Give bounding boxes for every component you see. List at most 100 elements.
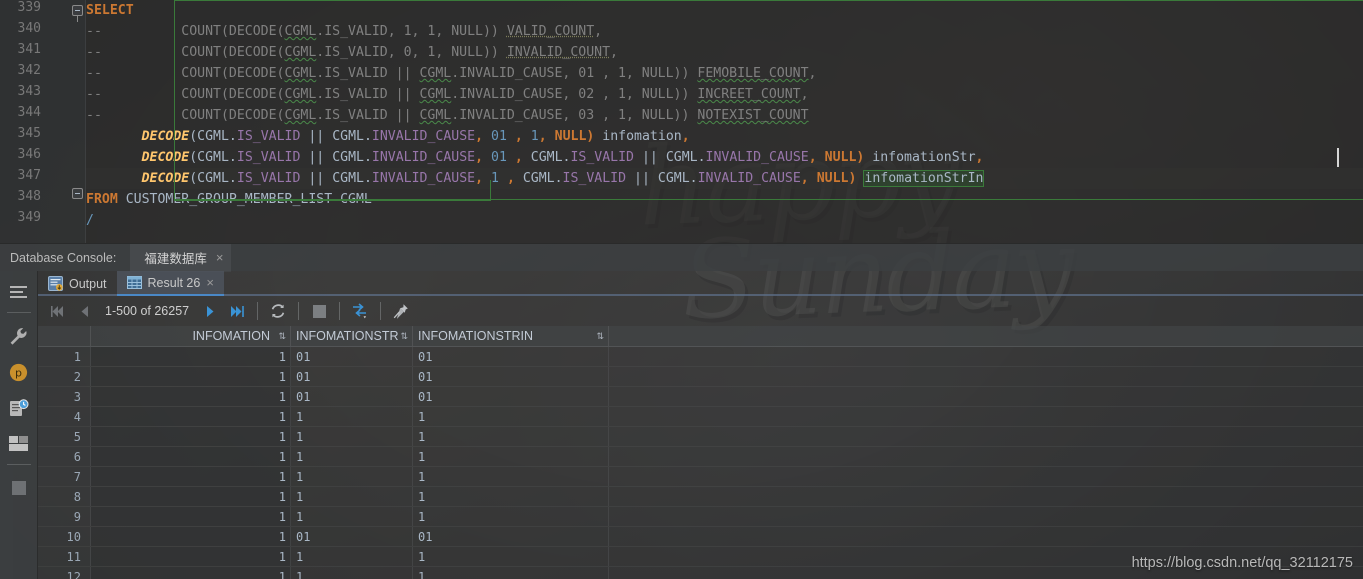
table-cell-c3[interactable]: 1 — [413, 447, 609, 466]
table-cell-rownum[interactable]: 4 — [38, 407, 91, 426]
table-cell-c3[interactable]: 1 — [413, 467, 609, 486]
grid-header-infomation[interactable]: INFOMATION ⇅ — [91, 326, 291, 346]
table-cell-rownum[interactable]: 2 — [38, 367, 91, 386]
table-cell-c1[interactable]: 1 — [91, 407, 291, 426]
close-icon[interactable]: × — [216, 251, 224, 264]
grid-header-rownum[interactable] — [38, 326, 91, 346]
table-cell-rownum[interactable]: 6 — [38, 447, 91, 466]
hamburger-lines-icon[interactable] — [4, 277, 34, 307]
table-cell-c2[interactable]: 1 — [291, 467, 413, 486]
result-grid-toolbar[interactable]: 1-500 of 26257 — [38, 296, 1363, 326]
table-row[interactable]: 1 1 01 01 — [38, 347, 1363, 367]
tab-output[interactable]: Output — [38, 271, 117, 296]
table-cell-rownum[interactable]: 1 — [38, 347, 91, 366]
table-row[interactable]: 7111 — [38, 467, 1363, 487]
table-row[interactable]: 5111 — [38, 427, 1363, 447]
grid-body[interactable]: 1 1 01 01 2 1 01 01 3 1 01 01 4 1 1 1 5 1 1 1 6 1 1 1 7 1 1 1 8 1 1 1 9 1… — [38, 347, 1363, 579]
sort-indicator-icon[interactable]: ⇅ — [596, 331, 603, 342]
table-cell-c2[interactable]: 01 — [291, 387, 413, 406]
console-tab-fujian-db[interactable]: 福建数据库 × — [130, 243, 232, 272]
table-cell-c1[interactable]: 1 — [91, 487, 291, 506]
table-cell-rownum[interactable]: 11 — [38, 547, 91, 566]
pin-icon[interactable] — [389, 299, 413, 323]
result-data-grid[interactable]: INFOMATION ⇅ INFOMATIONSTR ⇅ INFOMATIONS… — [38, 326, 1363, 579]
table-cell-c1[interactable]: 1 — [91, 547, 291, 566]
prev-page-icon[interactable] — [72, 299, 96, 323]
code-line-347[interactable]: DECODE(CGML.IS_VALID || CGML.INVALID_CAU… — [86, 168, 1363, 189]
table-row[interactable]: 4111 — [38, 407, 1363, 427]
code-line-344[interactable]: -- COUNT(DECODE(CGML.IS_VALID || CGML.IN… — [86, 105, 809, 126]
table-cell-c2[interactable]: 1 — [291, 547, 413, 566]
table-cell-c2[interactable]: 1 — [291, 407, 413, 426]
table-cell-c3[interactable]: 1 — [413, 567, 609, 579]
table-cell-c1[interactable]: 1 — [91, 387, 291, 406]
code-line-339[interactable]: SELECT — [86, 0, 134, 21]
table-row[interactable]: 6111 — [38, 447, 1363, 467]
table-cell-c1[interactable]: 1 — [91, 427, 291, 446]
table-cell-c1[interactable]: 1 — [91, 567, 291, 579]
document-clock-icon[interactable] — [4, 393, 34, 423]
table-cell-c3[interactable]: 01 — [413, 347, 609, 366]
table-cell-c1[interactable]: 1 — [91, 527, 291, 546]
table-cell-c1[interactable]: 1 — [91, 507, 291, 526]
table-row[interactable]: 9111 — [38, 507, 1363, 527]
table-cell-c3[interactable]: 1 — [413, 507, 609, 526]
code-line-340[interactable]: -- COUNT(DECODE(CGML.IS_VALID, 1, 1, NUL… — [86, 21, 602, 42]
table-cell-c3[interactable]: 01 — [413, 387, 609, 406]
code-line-346[interactable]: DECODE(CGML.IS_VALID || CGML.INVALID_CAU… — [86, 147, 984, 168]
table-cell-rownum[interactable]: 5 — [38, 427, 91, 446]
table-row[interactable]: 2 1 01 01 — [38, 367, 1363, 387]
code-line-341[interactable]: -- COUNT(DECODE(CGML.IS_VALID, 0, 1, NUL… — [86, 42, 618, 63]
table-cell-c3[interactable]: 1 — [413, 487, 609, 506]
table-row[interactable]: 3 1 01 01 — [38, 387, 1363, 407]
first-page-icon[interactable] — [45, 299, 69, 323]
table-cell-c2[interactable]: 1 — [291, 427, 413, 446]
table-cell-rownum[interactable]: 3 — [38, 387, 91, 406]
sql-editor-pane[interactable]: 339 340 341 342 343 344 345 346 347 348 … — [0, 0, 1363, 243]
close-icon[interactable]: × — [206, 276, 214, 289]
code-fold-toggle-from[interactable] — [72, 188, 83, 199]
editor-code-area[interactable]: SELECT -- COUNT(DECODE(CGML.IS_VALID, 1,… — [86, 0, 1363, 243]
p-badge-icon[interactable]: p — [4, 357, 34, 387]
layout-panels-icon[interactable] — [4, 429, 34, 459]
table-cell-c3[interactable]: 01 — [413, 367, 609, 386]
table-cell-c2[interactable]: 1 — [291, 487, 413, 506]
table-row[interactable]: 8111 — [38, 487, 1363, 507]
table-cell-c1[interactable]: 1 — [91, 367, 291, 386]
table-row[interactable]: 10 1 01 01 — [38, 527, 1363, 547]
table-cell-c2[interactable]: 1 — [291, 447, 413, 466]
stop-icon[interactable] — [307, 299, 331, 323]
result-tabs[interactable]: Output Result 26 × — [38, 271, 1363, 296]
table-cell-c3[interactable]: 1 — [413, 427, 609, 446]
table-cell-c3[interactable]: 1 — [413, 407, 609, 426]
code-line-343[interactable]: -- COUNT(DECODE(CGML.IS_VALID || CGML.IN… — [86, 84, 809, 105]
last-page-icon[interactable] — [225, 299, 249, 323]
table-cell-c2[interactable]: 1 — [291, 507, 413, 526]
table-cell-rownum[interactable]: 8 — [38, 487, 91, 506]
table-cell-c2[interactable]: 01 — [291, 527, 413, 546]
table-cell-c2[interactable]: 1 — [291, 567, 413, 579]
reload-icon[interactable] — [266, 299, 290, 323]
wrench-icon[interactable] — [4, 321, 34, 351]
code-line-349[interactable]: / — [86, 210, 94, 231]
tab-result-26[interactable]: Result 26 × — [116, 271, 224, 296]
table-cell-c1[interactable]: 1 — [91, 347, 291, 366]
table-cell-c3[interactable]: 01 — [413, 527, 609, 546]
code-line-345[interactable]: DECODE(CGML.IS_VALID || CGML.INVALID_CAU… — [86, 126, 690, 147]
result-tool-strip[interactable]: p — [0, 271, 38, 579]
sort-indicator-icon[interactable]: ⇅ — [278, 331, 285, 342]
next-page-icon[interactable] — [198, 299, 222, 323]
code-line-348[interactable]: FROM CUSTOMER_GROUP_MEMBER_LIST CGML — [86, 189, 372, 210]
code-fold-toggle-select[interactable] — [72, 5, 83, 22]
table-cell-rownum[interactable]: 7 — [38, 467, 91, 486]
table-cell-c1[interactable]: 1 — [91, 447, 291, 466]
grid-header-infomationstrin[interactable]: INFOMATIONSTRIN ⇅ — [413, 326, 609, 346]
table-cell-rownum[interactable]: 12 — [38, 567, 91, 579]
table-cell-rownum[interactable]: 10 — [38, 527, 91, 546]
transpose-icon[interactable] — [348, 299, 372, 323]
sort-indicator-icon[interactable]: ⇅ — [400, 331, 407, 342]
square-stop-icon[interactable] — [4, 473, 34, 503]
editor-gutter[interactable]: 339 340 341 342 343 344 345 346 347 348 … — [0, 0, 86, 243]
table-cell-c3[interactable]: 1 — [413, 547, 609, 566]
table-cell-rownum[interactable]: 9 — [38, 507, 91, 526]
